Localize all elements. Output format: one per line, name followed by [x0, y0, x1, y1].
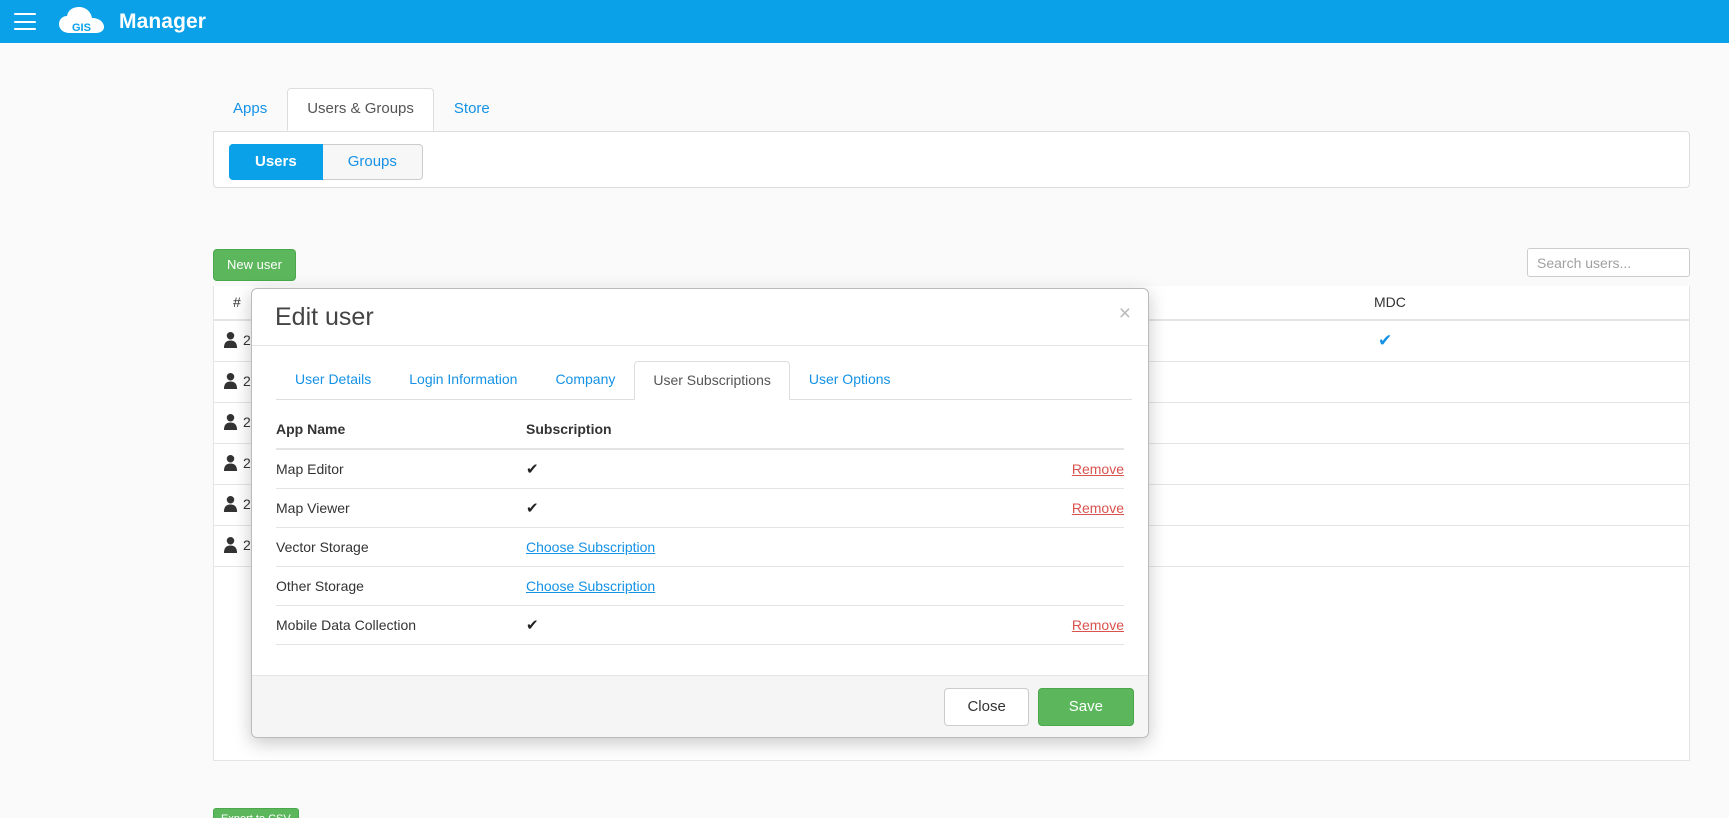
- svg-text:GIS: GIS: [72, 22, 91, 34]
- column-header-number: #: [233, 294, 241, 310]
- remove-link[interactable]: Remove: [1072, 500, 1124, 516]
- subscriptions-table: App Name Subscription Map Editor ✔ Remov…: [276, 412, 1124, 645]
- remove-link[interactable]: Remove: [1072, 461, 1124, 477]
- subscription-row: Map Editor ✔ Remove: [276, 450, 1124, 489]
- save-button[interactable]: Save: [1037, 687, 1134, 726]
- column-header-mdc: MDC: [1374, 294, 1406, 310]
- column-header-app-name: App Name: [276, 421, 346, 437]
- modal-tabs: User Details Login Information Company U…: [276, 360, 1132, 400]
- cell-app-name: Map Viewer: [276, 500, 350, 516]
- modal-header: Edit user ×: [252, 289, 1148, 346]
- modal-title: Edit user: [275, 303, 374, 331]
- user-avatar-icon: [223, 332, 238, 348]
- subscription-check-icon: ✔: [526, 617, 539, 634]
- subscription-row: Other Storage Choose Subscription: [276, 567, 1124, 606]
- subscription-row: Vector Storage Choose Subscription: [276, 528, 1124, 567]
- cell-app-name: Map Editor: [276, 461, 344, 477]
- main-tabs: Apps Users & Groups Store: [213, 88, 510, 131]
- export-csv-button[interactable]: Export to CSV: [213, 808, 299, 818]
- users-groups-toggle: Users Groups: [229, 144, 423, 180]
- tab-company[interactable]: Company: [536, 360, 634, 399]
- cell-mdc-check: ✔: [1378, 331, 1393, 350]
- user-avatar-icon: [223, 414, 238, 430]
- column-header-action: [1004, 421, 1124, 437]
- new-user-button[interactable]: New user: [213, 249, 296, 281]
- content-area: Apps Users & Groups Store Users Groups N…: [0, 43, 1729, 818]
- search-input[interactable]: [1527, 248, 1690, 277]
- choose-subscription-link[interactable]: Choose Subscription: [526, 539, 655, 555]
- toggle-groups[interactable]: Groups: [322, 144, 423, 180]
- modal-footer: Close Save: [252, 675, 1148, 737]
- gis-cloud-logo-icon: GIS: [58, 6, 105, 37]
- modal-body: User Details Login Information Company U…: [252, 346, 1148, 675]
- toggle-users[interactable]: Users: [229, 144, 323, 180]
- close-button[interactable]: Close: [944, 687, 1029, 726]
- tab-user-options[interactable]: User Options: [790, 360, 910, 399]
- hamburger-icon[interactable]: [14, 13, 36, 30]
- user-avatar-icon: [223, 373, 238, 389]
- column-header-subscription: Subscription: [526, 421, 612, 437]
- tab-user-subscriptions[interactable]: User Subscriptions: [634, 361, 790, 400]
- tab-store[interactable]: Store: [434, 88, 510, 131]
- cell-app-name: Vector Storage: [276, 539, 369, 555]
- user-avatar-icon: [223, 496, 238, 512]
- top-bar: GIS Manager: [0, 0, 1729, 43]
- user-avatar-icon: [223, 455, 238, 471]
- app-page: GIS Manager Apps Users & Groups Store Us…: [0, 0, 1729, 818]
- subscription-check-icon: ✔: [526, 461, 539, 478]
- tab-users-groups[interactable]: Users & Groups: [287, 88, 434, 131]
- user-avatar-icon: [223, 537, 238, 553]
- cell-app-name: Other Storage: [276, 578, 364, 594]
- tab-apps[interactable]: Apps: [213, 88, 287, 131]
- cell-app-name: Mobile Data Collection: [276, 617, 417, 633]
- subscription-row: Map Viewer ✔ Remove: [276, 489, 1124, 528]
- app-title: Manager: [119, 9, 207, 33]
- tab-user-details[interactable]: User Details: [276, 360, 390, 399]
- edit-user-modal: Edit user × User Details Login Informati…: [251, 288, 1149, 738]
- remove-link[interactable]: Remove: [1072, 617, 1124, 633]
- choose-subscription-link[interactable]: Choose Subscription: [526, 578, 655, 594]
- users-groups-panel: Users Groups: [213, 131, 1690, 188]
- subscriptions-table-header: App Name Subscription: [276, 412, 1124, 450]
- close-icon[interactable]: ×: [1119, 303, 1131, 324]
- tab-login-information[interactable]: Login Information: [390, 360, 536, 399]
- subscription-check-icon: ✔: [526, 500, 539, 517]
- subscription-row: Mobile Data Collection ✔ Remove: [276, 606, 1124, 645]
